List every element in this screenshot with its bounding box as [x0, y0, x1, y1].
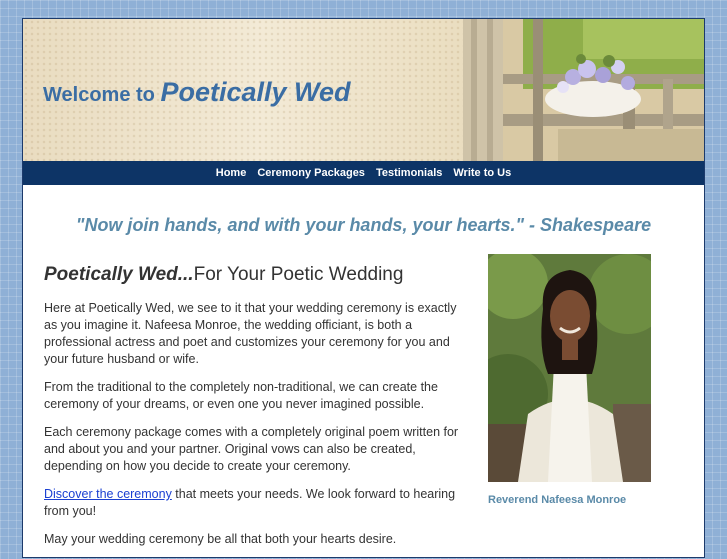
heading-emphasis: Poetically Wed... — [44, 264, 194, 285]
main-content: Poetically Wed...For Your Poetic Wedding… — [44, 264, 466, 559]
main-nav: Home Ceremony Packages Testimonials Writ… — [23, 161, 704, 185]
nav-home[interactable]: Home — [216, 167, 247, 179]
page-frame: Welcome to Poetically Wed Home Ceremony … — [22, 18, 705, 558]
portrait-photo — [488, 254, 651, 482]
discover-ceremony-link[interactable]: Discover the ceremony — [44, 487, 172, 501]
site-name: Poetically Wed — [160, 77, 351, 107]
package-paragraph: Each ceremony package comes with a compl… — [44, 425, 459, 473]
closing-paragraph: May your wedding ceremony be all that bo… — [44, 532, 397, 546]
welcome-title: Welcome to Poetically Wed — [43, 77, 351, 108]
portrait-caption: Reverend Nafeesa Monroe — [488, 494, 627, 506]
intro-paragraph: Here at Poetically Wed, we see to it tha… — [44, 301, 457, 366]
header-banner: Welcome to Poetically Wed — [23, 19, 704, 161]
page-heading: Poetically Wed...For Your Poetic Wedding — [44, 264, 466, 286]
nav-ceremony-packages[interactable]: Ceremony Packages — [257, 167, 365, 179]
welcome-prefix: Welcome to — [43, 84, 155, 106]
discover-paragraph: Discover the ceremony that meets your ne… — [44, 486, 466, 520]
nav-write-to-us[interactable]: Write to Us — [453, 167, 511, 179]
garden-photo — [463, 19, 704, 161]
nav-testimonials[interactable]: Testimonials — [376, 167, 442, 179]
shakespeare-quote: "Now join hands, and with your hands, yo… — [75, 215, 652, 235]
traditional-paragraph: From the traditional to the completely n… — [44, 380, 438, 411]
heading-rest: For Your Poetic Wedding — [193, 264, 404, 285]
